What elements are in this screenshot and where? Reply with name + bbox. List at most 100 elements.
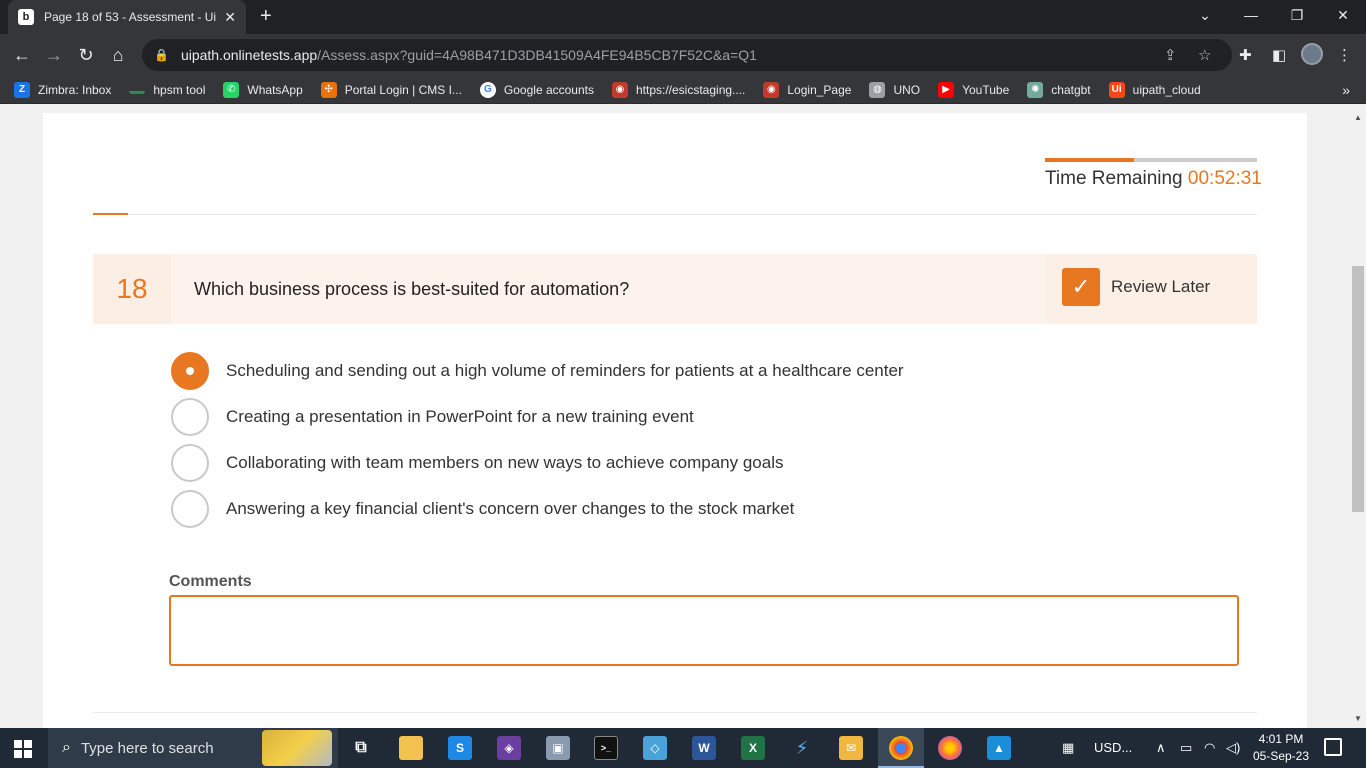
answer-option[interactable]: Answering a key financial client's conce…	[171, 489, 794, 529]
tray-currency[interactable]: USD...	[1094, 740, 1132, 755]
app-notes-icon[interactable]: ◇	[643, 736, 667, 760]
answer-radio[interactable]	[171, 398, 209, 436]
answer-radio[interactable]	[171, 352, 209, 390]
windows-taskbar: ⌕ Type here to search ⧉ S ◈ ▣ >_ ◇ W X ⚡…	[0, 728, 1366, 768]
time-remaining-label: Time Remaining	[1045, 168, 1183, 189]
bookmark-label: Zimbra: Inbox	[38, 82, 112, 97]
site-favicon-icon: b	[18, 9, 34, 25]
bookmark-item[interactable]: Z Zimbra: Inbox	[14, 81, 112, 98]
bookmark-item[interactable]: ✣ Portal Login | CMS I...	[320, 81, 462, 98]
bookmark-item[interactable]: ▶ YouTube	[938, 81, 1009, 98]
taskbar-clock[interactable]: 4:01 PM 05-Sep-23	[1245, 731, 1317, 765]
bookmark-favicon-icon: ◍	[869, 81, 886, 98]
tab-title: Page 18 of 53 - Assessment - UiP	[44, 10, 217, 24]
search-icon: ⌕	[62, 739, 71, 756]
photos-icon[interactable]: ▲	[987, 736, 1011, 760]
chrome-menu-icon[interactable]: ⋮	[1337, 46, 1352, 64]
tray-overflow-chevron-icon[interactable]: ∧	[1156, 740, 1166, 756]
taskbar-search-placeholder: Type here to search	[80, 739, 214, 757]
volume-icon[interactable]: ◁)	[1226, 740, 1240, 756]
answer-radio[interactable]	[171, 490, 209, 528]
answer-option-text: Creating a presentation in PowerPoint fo…	[226, 407, 694, 426]
bookmark-favicon-icon: ◉	[611, 81, 628, 98]
scroll-up-arrow-icon[interactable]: ▲	[1352, 113, 1364, 125]
bookmark-favicon-icon: G	[479, 81, 496, 98]
bookmarks-overflow-icon[interactable]: »	[1342, 82, 1350, 98]
scrollbar-thumb[interactable]	[1352, 266, 1364, 512]
side-panel-icon[interactable]: ◧	[1272, 46, 1286, 64]
bookmark-label: WhatsApp	[247, 82, 303, 97]
windows-start-icon[interactable]	[14, 740, 32, 758]
bookmark-favicon-icon: ◉	[763, 81, 780, 98]
checkmark-icon: ✓	[1071, 274, 1091, 299]
news-widget-icon[interactable]: ▦	[1062, 740, 1074, 756]
bookmark-label: Login_Page	[787, 82, 852, 97]
lock-icon[interactable]: 🔒	[154, 48, 169, 62]
window-close-icon[interactable]: ✕	[1320, 0, 1366, 30]
answer-option[interactable]: Collaborating with team members on new w…	[171, 443, 784, 483]
scroll-down-arrow-icon[interactable]: ▼	[1352, 714, 1364, 726]
answer-radio[interactable]	[171, 444, 209, 482]
bookmark-label: https://esicstaging....	[635, 82, 746, 97]
minimize-icon[interactable]: —	[1228, 0, 1274, 30]
app-vpn-icon[interactable]: ◈	[497, 736, 521, 760]
bookmark-item[interactable]: ✆ WhatsApp	[223, 81, 303, 98]
answer-option-text: Scheduling and sending out a high volume…	[226, 361, 904, 380]
time-progress-fill	[1045, 158, 1135, 162]
bookmark-favicon-icon: Z	[14, 81, 30, 98]
new-tab-plus-icon[interactable]: +	[260, 6, 272, 26]
url-path: /Assess.aspx?guid=4A98B471D3DB41509A4FE9…	[317, 47, 757, 63]
notification-icon[interactable]	[1324, 738, 1342, 756]
comments-label: Comments	[169, 573, 252, 590]
power-automate-icon[interactable]: ⚡	[790, 736, 814, 760]
bookmarks-bar: Z Zimbra: Inbox hpsm tool ✆ WhatsApp ✣ Portal …	[0, 76, 1366, 104]
bookmark-item[interactable]: ◉ https://esicstaging....	[611, 81, 746, 98]
bookmark-item[interactable]: hpsm tool	[129, 83, 205, 97]
clock-date: 05-Sep-23	[1252, 749, 1310, 763]
tab-search-chevron-icon[interactable]: ⌄	[1182, 0, 1228, 30]
app-s-icon[interactable]: S	[448, 736, 472, 760]
question-text: Which business process is best-suited fo…	[194, 278, 630, 299]
back-arrow-icon[interactable]: ←	[10, 44, 34, 66]
firefox-icon[interactable]	[938, 736, 962, 760]
bookmark-item[interactable]: ✺ chatgbt	[1027, 81, 1091, 98]
browser-tab-active[interactable]: b Page 18 of 53 - Assessment - UiP ✕	[8, 0, 246, 34]
chrome-icon[interactable]	[889, 736, 913, 760]
app-remote-icon[interactable]: ▣	[546, 736, 570, 760]
terminal-icon[interactable]: >_	[594, 736, 618, 760]
profile-avatar[interactable]	[1301, 43, 1323, 65]
forward-arrow-icon[interactable]: →	[42, 44, 66, 66]
bookmark-item[interactable]: ◍ UNO	[869, 81, 920, 98]
answer-option-text: Collaborating with team members on new w…	[226, 453, 784, 472]
bookmark-label: Portal Login | CMS I...	[344, 82, 462, 97]
answer-option[interactable]: Creating a presentation in PowerPoint fo…	[171, 397, 694, 437]
home-icon[interactable]: ⌂	[106, 44, 130, 66]
review-later[interactable]: ✓ Review Later	[1046, 254, 1257, 324]
task-view-icon[interactable]: ⧉	[349, 736, 373, 760]
wifi-icon[interactable]: ◠	[1204, 740, 1215, 756]
bookmark-favicon-icon: ▶	[938, 81, 955, 98]
comments-textarea[interactable]	[169, 595, 1239, 666]
bookmark-favicon-icon: Ui	[1108, 81, 1125, 98]
address-bar[interactable]: 🔒 uipath.onlinetests.app /Assess.aspx?gu…	[142, 39, 1232, 71]
excel-icon[interactable]: X	[741, 736, 765, 760]
bookmark-label: uipath_cloud	[1132, 82, 1201, 97]
reload-icon[interactable]: ↻	[74, 44, 98, 66]
answer-option[interactable]: Scheduling and sending out a high volume…	[171, 351, 904, 391]
review-later-checkbox[interactable]: ✓	[1062, 268, 1100, 306]
taskbar-search[interactable]: ⌕ Type here to search	[48, 728, 338, 768]
restore-icon[interactable]: ❐	[1274, 0, 1320, 30]
app-folder-icon[interactable]: ✉	[839, 736, 863, 760]
share-icon[interactable]: ⇪	[1164, 46, 1177, 64]
bookmark-item[interactable]: Ui uipath_cloud	[1108, 81, 1201, 98]
answer-option-text: Answering a key financial client's conce…	[226, 499, 795, 518]
tab-close-icon[interactable]: ✕	[224, 9, 236, 26]
bookmark-item[interactable]: ◉ Login_Page	[763, 81, 852, 98]
extensions-puzzle-icon[interactable]: ✚	[1239, 46, 1252, 64]
word-icon[interactable]: W	[692, 736, 716, 760]
battery-icon[interactable]: ▭	[1180, 740, 1192, 756]
bookmark-item[interactable]: G Google accounts	[479, 81, 594, 98]
bookmark-star-icon[interactable]: ☆	[1198, 46, 1211, 64]
bookmark-favicon-icon: ✺	[1027, 81, 1044, 98]
file-explorer-icon[interactable]	[399, 736, 423, 760]
